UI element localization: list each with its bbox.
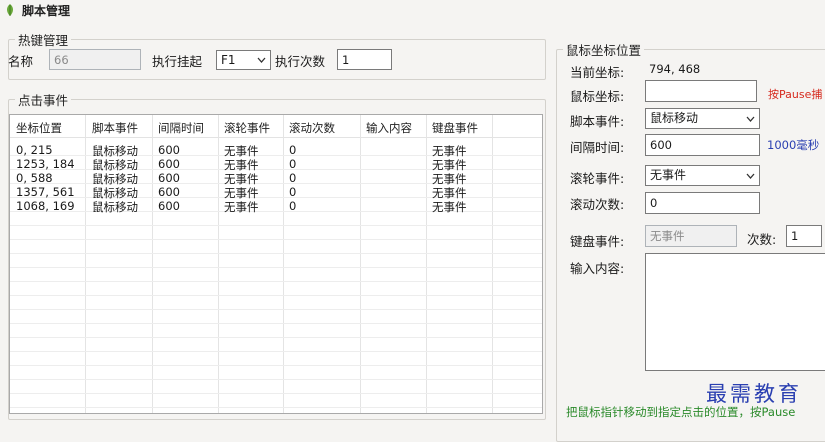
cell-scroll-count: 0	[289, 199, 297, 213]
grid-line	[10, 253, 542, 254]
cell-scroll-count: 0	[289, 157, 297, 171]
current-coord-label: 当前坐标:	[570, 65, 625, 80]
col-header-interval[interactable]: 间隔时间	[158, 120, 204, 136]
cell-interval: 600	[158, 199, 180, 213]
keyboard-event-label: 键盘事件:	[570, 234, 625, 249]
interval-field[interactable]: 600	[645, 134, 760, 156]
col-header-scroll-count[interactable]: 滚动次数	[289, 120, 335, 136]
leaf-icon	[7, 4, 13, 16]
cell-script-event: 鼠标移动	[92, 200, 138, 214]
grid-line	[10, 365, 542, 366]
mouse-coord-field[interactable]	[645, 80, 757, 102]
cell-position: 0, 215	[16, 143, 53, 157]
wheel-event-label: 滚轮事件:	[570, 171, 625, 186]
script-event-select[interactable]: 鼠标移动	[645, 108, 760, 129]
cell-interval: 600	[158, 157, 180, 171]
cell-scroll-count: 0	[289, 185, 297, 199]
wheel-event-value: 无事件	[650, 168, 687, 182]
mouse-position-group-title: 鼠标坐标位置	[566, 43, 642, 58]
scroll-count-label: 滚动次数:	[570, 197, 625, 212]
grid-line	[10, 309, 542, 310]
col-header-input-content[interactable]: 输入内容	[366, 120, 412, 136]
exec-key-value: F1	[221, 53, 236, 67]
grid-line	[10, 393, 542, 394]
interval-unit-hint: 1000毫秒	[767, 138, 820, 152]
chevron-down-icon	[742, 109, 759, 128]
cell-interval: 600	[158, 171, 180, 185]
col-header-wheel-event[interactable]: 滚轮事件	[224, 120, 270, 136]
grid-line	[10, 295, 542, 296]
mouse-coord-label: 鼠标坐标:	[570, 89, 625, 104]
cell-keyboard-event: 无事件	[432, 200, 467, 214]
cell-scroll-count: 0	[289, 171, 297, 185]
cell-interval: 600	[158, 185, 180, 199]
exec-suspend-label: 执行挂起	[152, 54, 203, 69]
grid-line	[10, 337, 542, 338]
grid-line	[10, 351, 542, 352]
pause-capture-hint: 按Pause捕	[768, 88, 823, 101]
input-content-textarea[interactable]	[645, 253, 825, 371]
times-label: 次数:	[747, 232, 777, 247]
col-header-position[interactable]: 坐标位置	[16, 120, 62, 136]
exec-count-field[interactable]: 1	[337, 49, 392, 70]
keyboard-event-field[interactable]: 无事件	[645, 225, 737, 247]
current-coord-value: 794, 468	[649, 62, 701, 76]
col-header-keyboard-event[interactable]: 键盘事件	[432, 120, 478, 136]
grid-line	[10, 267, 542, 268]
cell-position: 0, 588	[16, 171, 53, 185]
grid-line	[10, 239, 542, 240]
name-label: 名称	[8, 54, 34, 69]
grid-line	[10, 407, 542, 408]
cell-position: 1068, 169	[16, 199, 75, 213]
chevron-down-icon	[742, 166, 759, 185]
cell-scroll-count: 0	[289, 143, 297, 157]
grid-line	[10, 281, 542, 282]
exec-count-label: 执行次数	[275, 54, 326, 69]
hotkey-group-title: 热键管理	[18, 33, 69, 48]
cell-position: 1253, 184	[16, 157, 75, 171]
events-table[interactable]: 坐标位置 脚本事件 间隔时间 滚轮事件 滚动次数 输入内容 键盘事件 0, 21…	[9, 114, 543, 414]
grid-line	[10, 225, 542, 226]
click-events-group-title: 点击事件	[18, 93, 69, 108]
name-field[interactable]: 66	[49, 49, 141, 70]
cell-interval: 600	[158, 143, 180, 157]
col-header-script-event[interactable]: 脚本事件	[92, 120, 138, 136]
script-event-label: 脚本事件:	[570, 114, 625, 129]
exec-key-select[interactable]: F1	[216, 50, 271, 70]
times-field[interactable]: 1	[786, 225, 822, 247]
wheel-event-select[interactable]: 无事件	[645, 165, 760, 186]
grid-line	[10, 379, 542, 380]
window-title-bar: 脚本管理	[0, 0, 825, 22]
script-event-value: 鼠标移动	[650, 111, 699, 125]
cell-position: 1357, 561	[16, 185, 75, 199]
cell-wheel-event: 无事件	[224, 200, 259, 214]
grid-line	[10, 323, 542, 324]
table-header: 坐标位置 脚本事件 间隔时间 滚轮事件 滚动次数 输入内容 键盘事件	[10, 115, 542, 138]
window-title: 脚本管理	[22, 4, 71, 18]
chevron-down-icon	[253, 51, 270, 69]
bottom-instruction-text: 把鼠标指针移动到指定点击的位置，按Pause	[566, 405, 796, 419]
interval-label: 间隔时间:	[570, 140, 625, 155]
scroll-count-field[interactable]: 0	[645, 192, 760, 214]
input-content-label: 输入内容:	[570, 261, 625, 276]
